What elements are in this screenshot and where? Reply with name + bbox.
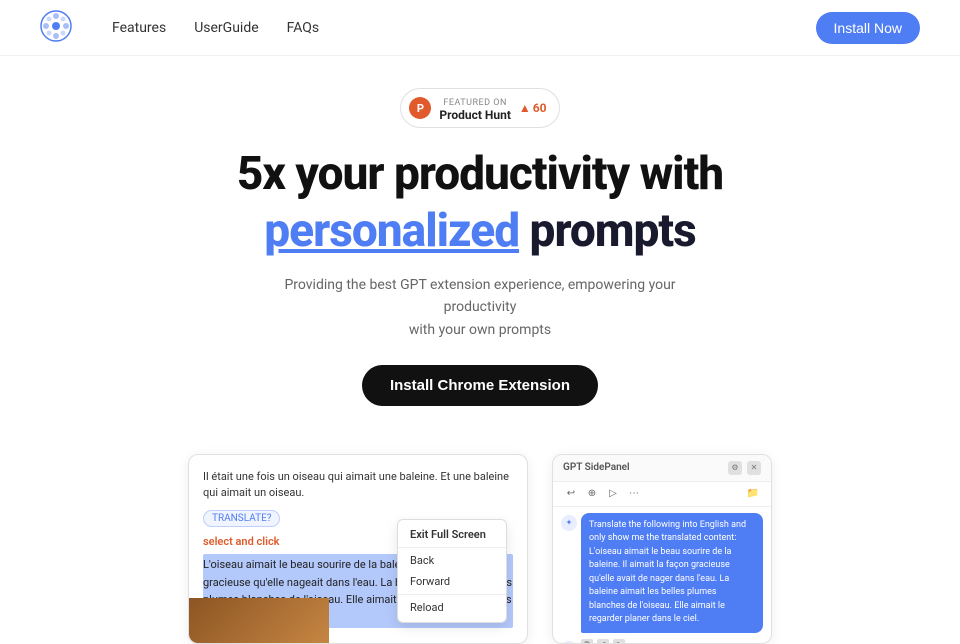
toolbar-icon-3[interactable]: ▷ [605, 486, 621, 502]
sidepanel-body: ✦ Translate the following into English a… [553, 507, 771, 643]
ph-number: ▲ 60 [519, 101, 547, 115]
chat-action-icon-2[interactable]: ↺ [597, 639, 609, 643]
demo-section: Il était une fois un oiseau qui aimait u… [0, 454, 960, 644]
context-menu-forward[interactable]: Forward [398, 571, 506, 592]
context-menu-divider-1 [398, 547, 506, 548]
sidepanel-toolbar: ↩ ⊕ ▷ ⋯ 📁 [553, 482, 771, 507]
nav-faqs[interactable]: FAQs [287, 20, 320, 36]
hero-subtitle: Providing the best GPT extension experie… [270, 274, 690, 341]
hero-title-line1: 5x your productivity with [237, 148, 723, 201]
chat-action-icon-1[interactable]: ⧉ [581, 639, 593, 643]
hero-cta-button[interactable]: Install Chrome Extension [362, 365, 598, 406]
toolbar-icon-folder[interactable]: 📁 [745, 486, 761, 502]
bot-avatar-2: ✦ [561, 641, 577, 643]
hero-section: P FEATURED ON Product Hunt ▲ 60 5x your … [0, 56, 960, 454]
context-menu-reload[interactable]: Reload [398, 597, 506, 618]
ph-name: Product Hunt [439, 108, 510, 122]
toolbar-icon-4[interactable]: ⋯ [626, 486, 642, 502]
nav-userguide[interactable]: UserGuide [194, 20, 258, 36]
install-now-button[interactable]: Install Now [816, 12, 920, 44]
context-menu-divider-2 [398, 594, 506, 595]
nav-links: Features UserGuide FAQs [112, 20, 816, 36]
demo-image-thumbnail [189, 598, 329, 643]
translate-badge-1[interactable]: TRANSLATE? [203, 510, 280, 527]
nav-features[interactable]: Features [112, 20, 166, 36]
chat-bubble-user: Translate the following into English and… [581, 513, 763, 633]
sidepanel-settings-icon[interactable]: ⚙ [728, 461, 742, 475]
navbar: Features UserGuide FAQs Install Now [0, 0, 960, 56]
product-hunt-badge[interactable]: P FEATURED ON Product Hunt ▲ 60 [400, 88, 559, 128]
toolbar-icon-1[interactable]: ↩ [563, 486, 579, 502]
hero-accent-word: personalized [264, 204, 519, 258]
sidepanel-title: GPT SidePanel [563, 462, 630, 473]
hero-title-end: prompts [530, 204, 696, 258]
demo-card-left: Il était une fois un oiseau qui aimait u… [188, 454, 528, 644]
ph-featured-label: FEATURED ON [443, 98, 507, 108]
hero-title-line2: personalized prompts [264, 205, 695, 258]
chat-action-icon-3[interactable]: ✎ [613, 639, 625, 643]
logo [40, 10, 72, 46]
chat-icon-row: ⧉ ↺ ✎ [581, 639, 763, 643]
product-hunt-text: FEATURED ON Product Hunt [439, 94, 510, 122]
bot-avatar: ✦ [561, 515, 577, 531]
sidepanel-close-icon[interactable]: ✕ [747, 461, 761, 475]
context-menu: Exit Full Screen Back Forward Reload [397, 519, 507, 623]
product-hunt-icon: P [409, 97, 431, 119]
demo-text-1: Il était une fois un oiseau qui aimait u… [203, 469, 513, 502]
demo-card-right: GPT SidePanel ⚙ ✕ ↩ ⊕ ▷ ⋯ 📁 ✦ Translate … [552, 454, 772, 644]
toolbar-icon-2[interactable]: ⊕ [584, 486, 600, 502]
context-menu-back[interactable]: Back [398, 550, 506, 571]
context-menu-exit[interactable]: Exit Full Screen [398, 524, 506, 545]
sidepanel-icon-group: ⚙ ✕ [728, 461, 761, 475]
sidepanel-header: GPT SidePanel ⚙ ✕ [553, 455, 771, 482]
